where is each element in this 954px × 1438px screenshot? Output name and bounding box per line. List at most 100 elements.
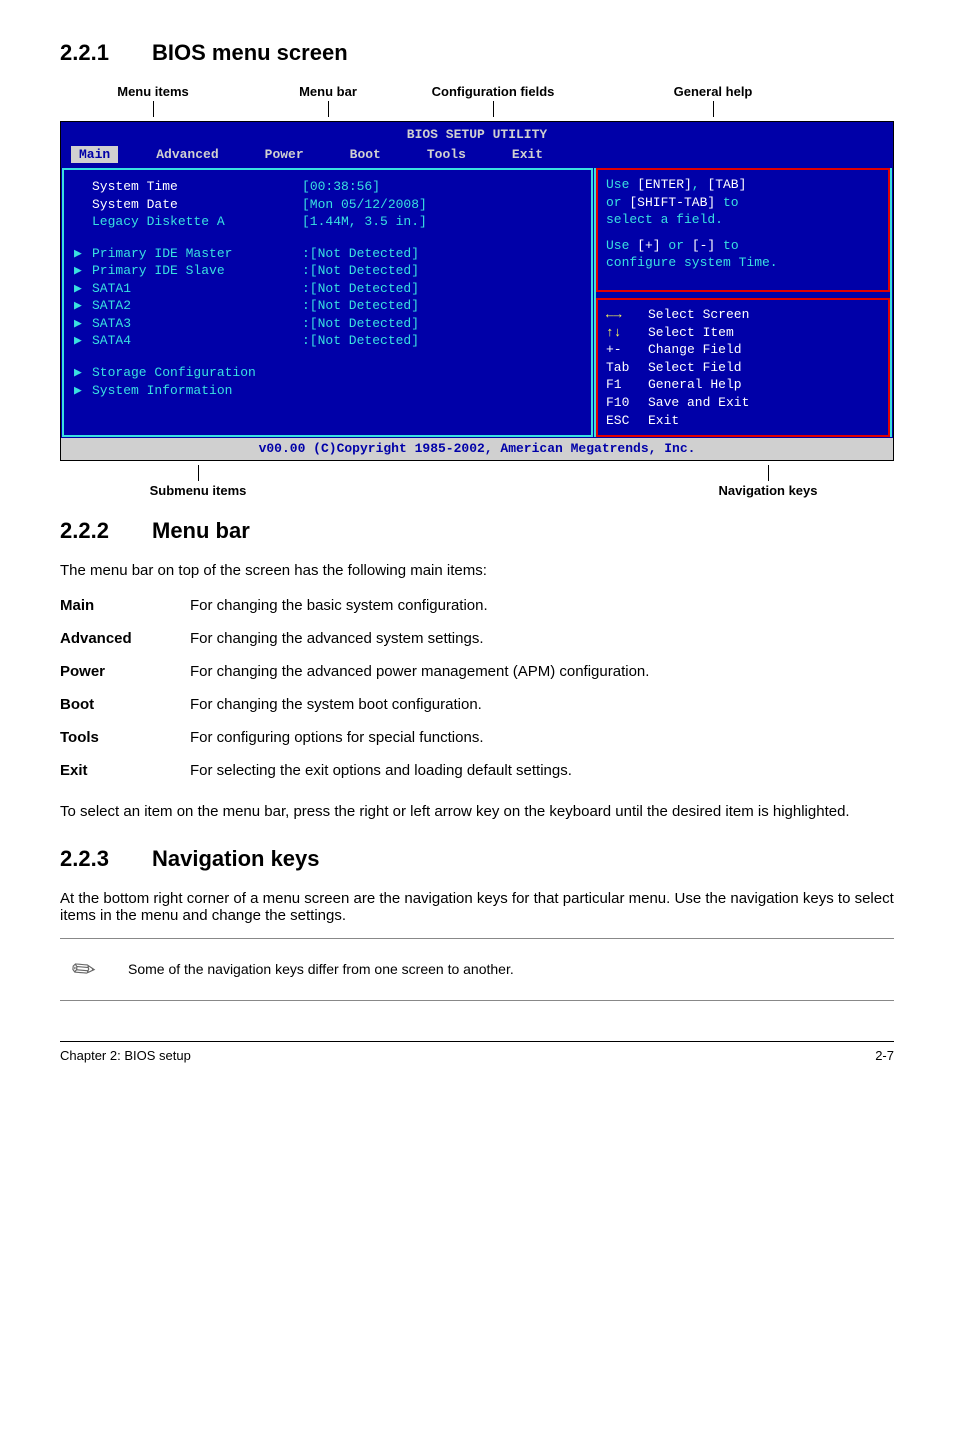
annot-menu-items: Menu items xyxy=(117,84,189,99)
bios-row-sata4[interactable]: ▶ SATA4 :[Not Detected] xyxy=(74,332,581,350)
bios-row-sata2[interactable]: ▶ SATA2 :[Not Detected] xyxy=(74,297,581,315)
def-desc: For changing the advanced system setting… xyxy=(190,622,659,655)
menubar-intro-text: The menu bar on top of the screen has th… xyxy=(60,562,894,579)
bios-bottom-annotations: Submenu items Navigation keys xyxy=(60,465,894,498)
def-desc: For configuring options for special func… xyxy=(190,721,659,754)
bios-tab-main[interactable]: Main xyxy=(71,146,118,164)
note-block: ✎ Some of the navigation keys differ fro… xyxy=(60,938,894,1001)
annot-general-help: General help xyxy=(674,84,753,99)
bios-tab-exit[interactable]: Exit xyxy=(504,146,551,164)
footer-left: Chapter 2: BIOS setup xyxy=(60,1048,191,1063)
bios-value: :[Not Detected] xyxy=(302,297,419,315)
def-term: Main xyxy=(60,589,190,622)
def-term: Exit xyxy=(60,754,190,787)
bios-label: SATA4 xyxy=(92,332,302,350)
section-2-2-3-heading: 2.2.3Navigation keys xyxy=(60,846,894,872)
navkey: F10 xyxy=(606,394,648,412)
submenu-marker-icon: ▶ xyxy=(74,280,92,298)
bios-label: Legacy Diskette A xyxy=(92,213,302,231)
bios-screenshot: BIOS SETUP UTILITY Main Advanced Power B… xyxy=(60,121,894,461)
bios-row-sata3[interactable]: ▶ SATA3 :[Not Detected] xyxy=(74,315,581,333)
section-title-text: Navigation keys xyxy=(152,846,320,871)
bios-value: [Mon 05/12/2008] xyxy=(302,196,427,214)
def-desc: For changing the basic system configurat… xyxy=(190,589,659,622)
bios-tab-tools[interactable]: Tools xyxy=(419,146,474,164)
pencil-icon: ✎ xyxy=(58,944,110,995)
bios-title: BIOS SETUP UTILITY xyxy=(61,122,893,144)
table-row: PowerFor changing the advanced power man… xyxy=(60,655,659,688)
bios-row-storage-config[interactable]: ▶ Storage Configuration xyxy=(74,364,581,382)
bios-menubar: Main Advanced Power Boot Tools Exit xyxy=(61,144,893,168)
section-2-2-2-heading: 2.2.2Menu bar xyxy=(60,518,894,544)
annot-pipe xyxy=(768,465,769,481)
section-number: 2.2.1 xyxy=(60,40,152,66)
bios-row-primary-ide-master[interactable]: ▶ Primary IDE Master :[Not Detected] xyxy=(74,245,581,263)
bios-row-system-info[interactable]: ▶ System Information xyxy=(74,382,581,400)
submenu-marker-icon: ▶ xyxy=(74,382,92,400)
bios-tab-boot[interactable]: Boot xyxy=(342,146,389,164)
bios-row-system-date[interactable]: System Date [Mon 05/12/2008] xyxy=(74,196,581,214)
submenu-marker-icon: ▶ xyxy=(74,315,92,333)
def-term: Boot xyxy=(60,688,190,721)
submenu-marker-icon: ▶ xyxy=(74,245,92,263)
annot-menu-bar: Menu bar xyxy=(299,84,357,99)
bios-body: System Time [00:38:56] System Date [Mon … xyxy=(61,167,893,438)
navkeys-para-text: At the bottom right corner of a menu scr… xyxy=(60,890,894,924)
bios-value: :[Not Detected] xyxy=(302,315,419,333)
bios-tab-advanced[interactable]: Advanced xyxy=(148,146,226,164)
annot-navigation-keys: Navigation keys xyxy=(719,483,818,498)
bios-tab-power[interactable]: Power xyxy=(257,146,312,164)
def-desc: For changing the advanced power manageme… xyxy=(190,655,659,688)
bios-label: SATA2 xyxy=(92,297,302,315)
bios-top-annotations: Menu items Menu bar Configuration fields… xyxy=(60,84,894,117)
submenu-marker-icon: ▶ xyxy=(74,364,92,382)
navkey: ESC xyxy=(606,412,648,430)
annot-pipe xyxy=(153,101,154,117)
navkey: Tab xyxy=(606,359,648,377)
annot-config-fields: Configuration fields xyxy=(432,84,555,99)
table-row: BootFor changing the system boot configu… xyxy=(60,688,659,721)
table-row: AdvancedFor changing the advanced system… xyxy=(60,622,659,655)
def-term: Tools xyxy=(60,721,190,754)
annot-pipe xyxy=(713,101,714,117)
arrows-ud-icon: ↑↓ xyxy=(606,324,648,342)
bios-label: SATA1 xyxy=(92,280,302,298)
bios-label: System Information xyxy=(92,382,302,400)
table-row: MainFor changing the basic system config… xyxy=(60,589,659,622)
bios-label: System Time xyxy=(92,178,302,196)
bios-row-primary-ide-slave[interactable]: ▶ Primary IDE Slave :[Not Detected] xyxy=(74,262,581,280)
navkey: +- xyxy=(606,341,648,359)
bios-row-legacy-diskette[interactable]: Legacy Diskette A [1.44M, 3.5 in.] xyxy=(74,213,581,231)
def-desc: For changing the system boot configurati… xyxy=(190,688,659,721)
annot-submenu-items: Submenu items xyxy=(150,483,247,498)
def-term: Power xyxy=(60,655,190,688)
bios-label: SATA3 xyxy=(92,315,302,333)
arrows-lr-icon: ←→ xyxy=(606,306,648,324)
bios-row-sata1[interactable]: ▶ SATA1 :[Not Detected] xyxy=(74,280,581,298)
section-2-2-1-heading: 2.2.1BIOS menu screen xyxy=(60,40,894,66)
section-title-text: BIOS menu screen xyxy=(152,40,348,65)
annot-pipe xyxy=(493,101,494,117)
def-desc: For selecting the exit options and loadi… xyxy=(190,754,659,787)
navkey: F1 xyxy=(606,376,648,394)
bios-right-pane: Use [ENTER], [TAB] or [SHIFT-TAB] to sel… xyxy=(594,168,892,437)
menubar-outro-text: To select an item on the menu bar, press… xyxy=(60,803,894,820)
bios-value: [00:38:56] xyxy=(302,178,380,196)
bios-row-system-time[interactable]: System Time [00:38:56] xyxy=(74,178,581,196)
bios-label: Storage Configuration xyxy=(92,364,302,382)
bios-value: :[Not Detected] xyxy=(302,280,419,298)
bios-value: :[Not Detected] xyxy=(302,245,419,263)
annot-pipe xyxy=(328,101,329,117)
bios-left-pane: System Time [00:38:56] System Date [Mon … xyxy=(62,168,593,437)
submenu-marker-icon: ▶ xyxy=(74,262,92,280)
bios-footer: v00.00 (C)Copyright 1985-2002, American … xyxy=(61,438,893,460)
section-number: 2.2.3 xyxy=(60,846,152,872)
page-footer: Chapter 2: BIOS setup 2-7 xyxy=(60,1041,894,1063)
menu-definitions-table: MainFor changing the basic system config… xyxy=(60,589,659,787)
submenu-marker-icon: ▶ xyxy=(74,297,92,315)
footer-right: 2-7 xyxy=(875,1048,894,1063)
bios-label: Primary IDE Slave xyxy=(92,262,302,280)
section-number: 2.2.2 xyxy=(60,518,152,544)
bios-navkeys-box: ←→Select Screen ↑↓Select Item +-Change F… xyxy=(596,298,890,437)
bios-value: :[Not Detected] xyxy=(302,332,419,350)
